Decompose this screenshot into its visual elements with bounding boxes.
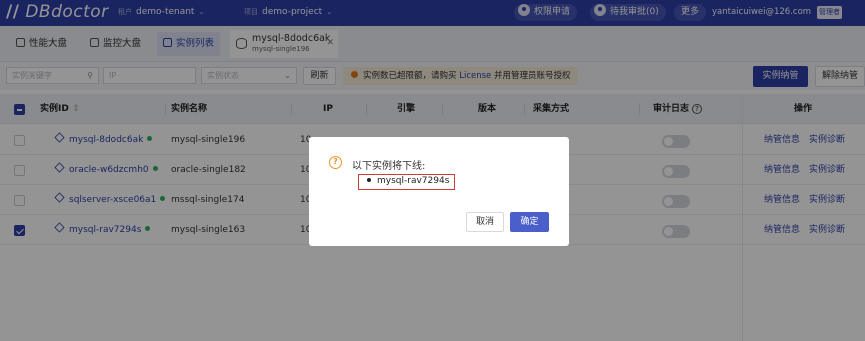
offline-instance-list: mysql-rav7294s [358,174,455,190]
offline-confirm-dialog: ? 以下实例将下线: mysql-rav7294s 取消 确定 [309,137,569,246]
question-icon: ? [329,156,342,169]
offline-instance-item: mysql-rav7294s [377,176,450,186]
confirm-button[interactable]: 确定 [510,212,549,232]
cancel-button[interactable]: 取消 [466,212,504,232]
dialog-title: 以下实例将下线: [352,161,426,172]
bullet-icon [367,178,371,182]
